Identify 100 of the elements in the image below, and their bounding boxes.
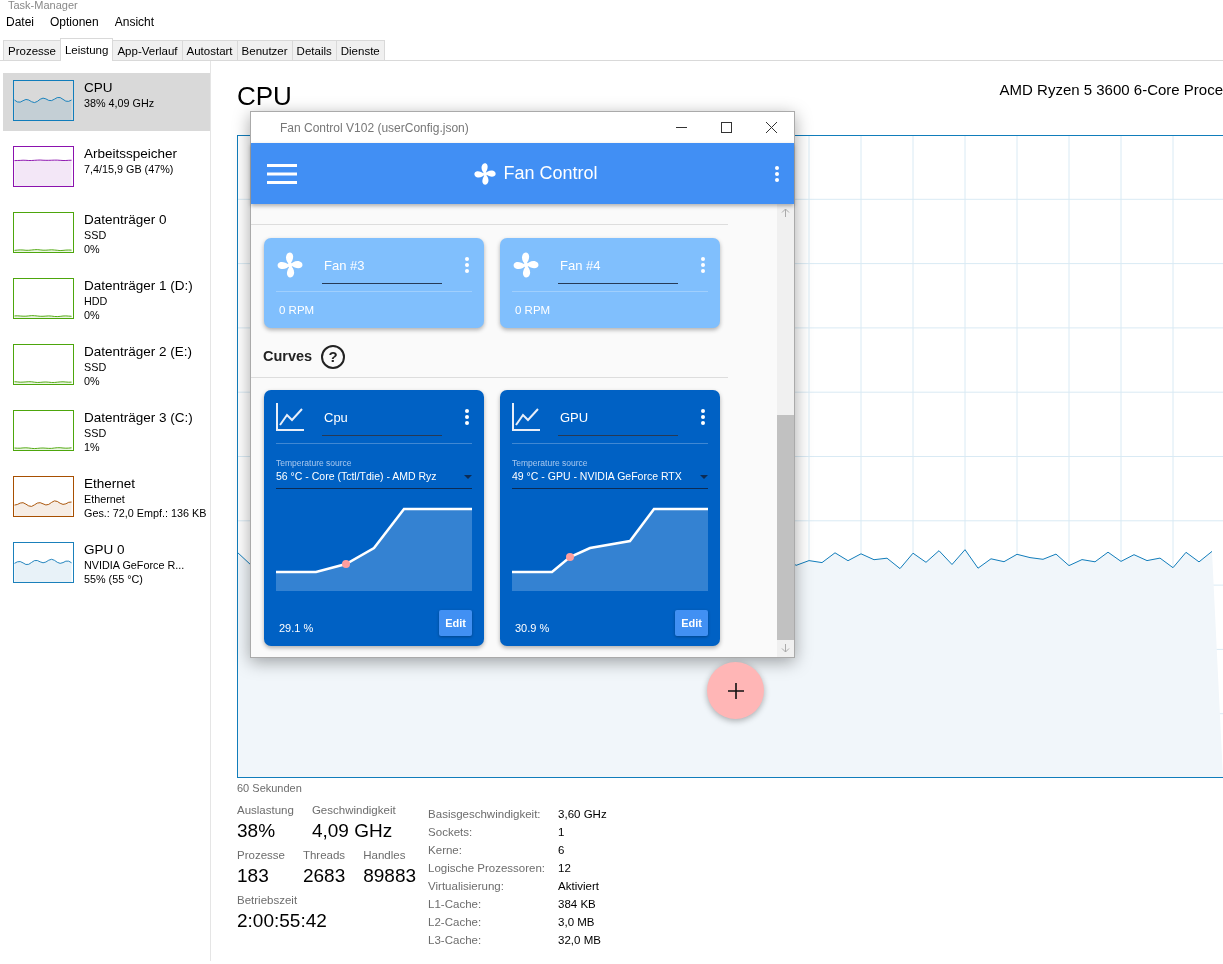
menu-item[interactable]: Ansicht [114,13,155,31]
item-detail: SSD [84,228,108,242]
item-detail: Ethernet [84,492,126,506]
more-icon[interactable] [700,408,706,425]
output-value: 29.1 % [278,620,314,636]
fan-icon [512,250,540,279]
caret-icon [700,474,708,479]
menu-item[interactable]: Datei [6,13,34,31]
item-detail: SSD [84,426,108,440]
more-icon[interactable] [464,408,470,425]
help-button[interactable]: ? [321,345,346,369]
item-detail: 0% [84,374,101,388]
name-field[interactable]: Cpu [322,397,442,436]
item-detail: Ges.: 72,0 Empf.: 136 KB [84,506,207,520]
spec-value: 3,0 MB [558,914,596,930]
spec-label: Logische Prozessoren: [428,860,547,876]
spec-value: 3,60 GHz [558,806,607,822]
stat-value: 2:00:55:42 [237,908,327,933]
sidebar-item[interactable]: Datenträger 0 SSD 0% [3,205,210,263]
fan-icon [473,161,498,186]
tab[interactable]: Details [291,40,337,60]
item-name: Datenträger 0 [84,212,167,228]
sidebar-item[interactable]: GPU 0 NVIDIA GeForce R... 55% (55 °C) [3,535,210,593]
sidebar-item[interactable]: Arbeitsspeicher 7,4/15,9 GB (47%) [3,139,210,197]
item-detail: 0% [84,242,101,256]
tab[interactable]: Dienste [335,40,385,60]
item-detail: 55% (55 °C) [84,572,144,586]
caret-icon [464,474,472,479]
stat-label: Auslastung [237,802,294,818]
app-title: Fan Control [503,162,598,185]
item-name: CPU [84,80,114,96]
menu-icon[interactable] [267,162,297,185]
scroll-down-icon[interactable] [781,644,790,653]
processor-name: AMD Ryzen 5 3600 6-Core Proce [999,79,1223,100]
stat-label: Threads [302,847,346,863]
item-detail: HDD [84,294,109,308]
spec-value: 6 [558,842,566,858]
section-heading: Curves [263,347,313,367]
sidebar-item[interactable]: Ethernet Ethernet Ges.: 72,0 Empf.: 136 KB [3,469,210,527]
sidebar-item[interactable]: Datenträger 2 (E:) SSD 0% [3,337,210,395]
item-detail: 1% [84,440,101,454]
spec-value: 1 [558,824,566,840]
item-detail: 7,4/15,9 GB (47%) [84,162,175,176]
name-field[interactable]: GPU [558,397,678,436]
plus-icon[interactable] [727,682,744,699]
item-name: Datenträger 2 (E:) [84,344,193,360]
output-value: 30.9 % [514,620,550,636]
window-title: Task-Manager [7,0,79,12]
item-name: Ethernet [84,476,137,492]
spec-label: L2-Cache: [428,914,483,930]
tab[interactable]: Autostart [181,40,238,60]
stat-value: 183 [237,863,270,888]
menu-item[interactable]: Optionen [50,13,99,31]
chart-icon [276,402,304,431]
tab[interactable]: Benutzer [236,40,293,60]
item-detail: SSD [84,360,108,374]
spec-label: Basisgeschwindigkeit: [428,806,542,822]
spec-label: Virtualisierung: [428,878,505,894]
field-label: Temperature source [512,458,589,468]
chart-icon [512,402,540,431]
spec-value: Aktiviert [558,878,600,894]
stat-value: 89883 [363,863,417,888]
item-name: Datenträger 1 (D:) [84,278,193,294]
temperature-select[interactable]: 56 °C - Core (Tctl/Tdie) - AMD Ryz [276,468,472,489]
sidebar-item[interactable]: Datenträger 1 (D:) HDD 0% [3,271,210,329]
temperature-select[interactable]: 49 °C - GPU - NVIDIA GeForce RTX [512,468,708,489]
scrollbar[interactable] [777,204,794,657]
spec-label: Kerne: [428,842,463,858]
fan-speed: 0 RPM [514,303,552,318]
tab[interactable]: App-Verlauf [112,40,183,60]
fan-speed: 0 RPM [278,303,316,318]
spec-label: Sockets: [428,824,474,840]
stat-label: Betriebszeit [237,892,299,908]
more-icon[interactable] [774,165,780,182]
item-name: Arbeitsspeicher [84,146,178,162]
spec-value: 32,0 MB [558,932,602,948]
sidebar-item[interactable]: Datenträger 3 (C:) SSD 1% [3,403,210,461]
item-name: Datenträger 3 (C:) [84,410,193,426]
scroll-up-icon[interactable] [781,208,790,217]
stat-label: Handles [363,847,407,863]
stat-value: 2683 [302,863,346,888]
window-title: Fan Control V102 (userConfig.json) [279,119,470,137]
stat-label: Prozesse [237,847,285,863]
item-detail: 0% [84,308,101,322]
spec-value: 12 [558,860,572,876]
item-detail: 38% 4,09 GHz [84,96,155,110]
stat-value: 4,09 GHz [311,818,394,843]
spec-label: L1-Cache: [428,896,483,912]
fan-icon [276,250,304,279]
page-title: CPU [237,81,292,111]
field-label: Temperature source [276,458,353,468]
maximize-icon[interactable] [721,122,732,133]
spec-label: L3-Cache: [428,932,483,948]
tab[interactable]: Leistung [59,38,114,61]
stat-label: Geschwindigkeit [311,802,396,818]
close-icon[interactable] [766,122,777,133]
time-label: 60 Sekunden [237,781,303,796]
item-name: GPU 0 [84,542,126,558]
tab[interactable]: Prozesse [3,40,61,60]
sidebar-item[interactable]: CPU 38% 4,09 GHz [3,73,210,131]
